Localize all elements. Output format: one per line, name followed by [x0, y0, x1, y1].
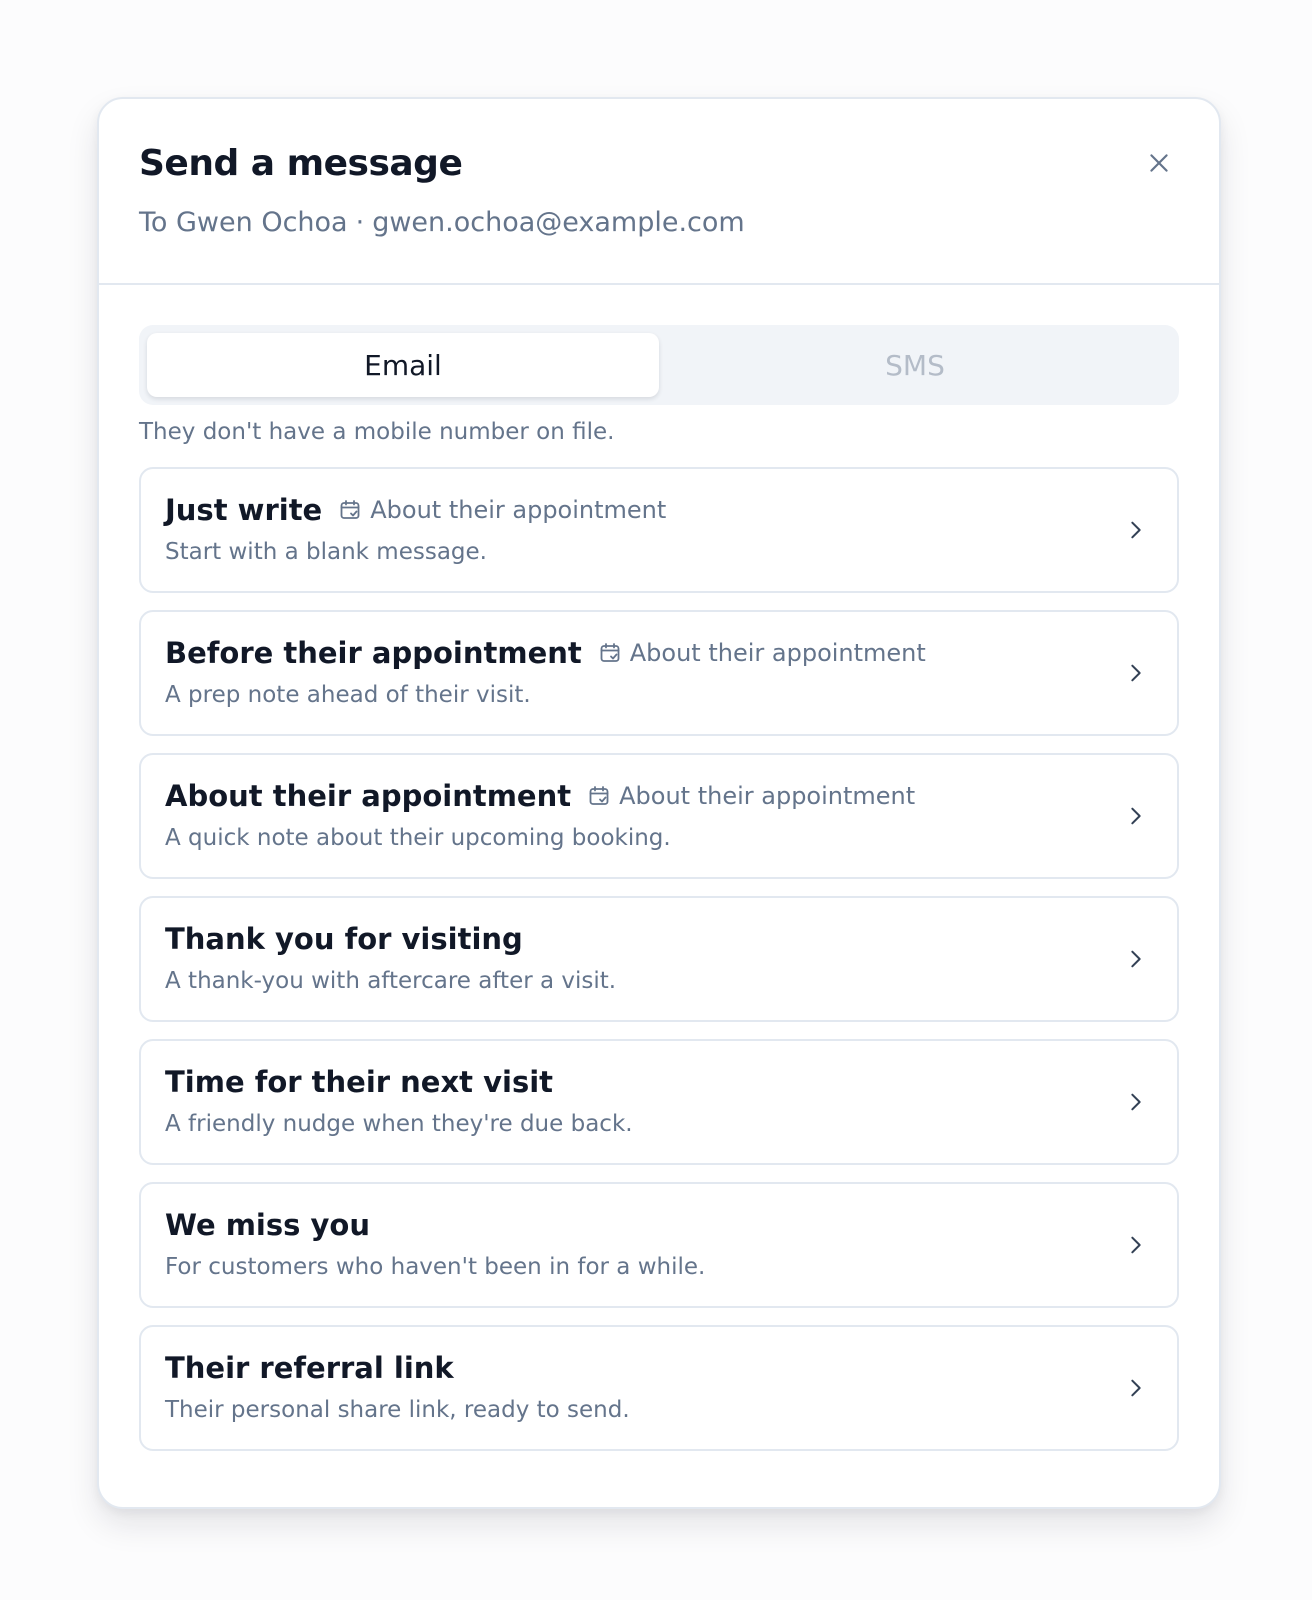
template-card-header: Their referral link	[165, 1351, 454, 1385]
chevron-right-icon	[1125, 519, 1147, 541]
template-description: A quick note about their upcoming bookin…	[165, 825, 671, 851]
template-card[interactable]: Time for their next visit A friendly nud…	[139, 1039, 1179, 1165]
template-description: Start with a blank message.	[165, 539, 487, 565]
template-description: A prep note ahead of their visit.	[165, 682, 531, 708]
calendar-icon	[338, 498, 362, 522]
chevron-right-icon	[1125, 1091, 1147, 1113]
recipient-separator: ·	[355, 207, 365, 238]
template-tag-label: About their appointment	[629, 639, 926, 667]
template-card-header: About their appointment About their appo…	[165, 779, 915, 813]
template-card[interactable]: Just write About their appointment Start…	[139, 467, 1179, 593]
recipient-line: To Gwen Ochoa · gwen.ochoa@example.com	[139, 207, 745, 238]
tab-email[interactable]: Email	[147, 333, 659, 397]
template-title: Just write	[165, 493, 323, 527]
template-card[interactable]: Before their appointment About their app…	[139, 610, 1179, 736]
close-icon	[1150, 154, 1168, 172]
template-card-header: Just write About their appointment	[165, 493, 666, 527]
template-card-header: Before their appointment About their app…	[165, 636, 926, 670]
send-message-dialog: Send a message To Gwen Ochoa · gwen.ochoa@…	[97, 97, 1221, 1509]
close-button[interactable]	[1139, 143, 1179, 183]
template-card[interactable]: Their referral link Their personal share…	[139, 1325, 1179, 1451]
template-tag: About their appointment	[598, 639, 926, 667]
template-description: A friendly nudge when they're due back.	[165, 1111, 633, 1137]
template-title: Time for their next visit	[165, 1065, 554, 1099]
template-title: We miss you	[165, 1208, 370, 1242]
template-card[interactable]: Thank you for visiting A thank-you with …	[139, 896, 1179, 1022]
template-title: Before their appointment	[165, 636, 582, 670]
template-tag-label: About their appointment	[619, 782, 916, 810]
chevron-right-icon	[1125, 662, 1147, 684]
dialog-body: Email SMS They don't have a mobile numbe…	[139, 325, 1179, 1451]
template-tag-label: About their appointment	[370, 496, 667, 524]
template-card[interactable]: We miss you For customers who haven't be…	[139, 1182, 1179, 1308]
template-card-header: Thank you for visiting	[165, 922, 523, 956]
calendar-icon	[587, 784, 611, 808]
template-title: About their appointment	[165, 779, 572, 813]
chevron-right-icon	[1125, 1377, 1147, 1399]
template-card-header: Time for their next visit	[165, 1065, 553, 1099]
calendar-icon	[598, 641, 622, 665]
template-card[interactable]: About their appointment About their appo…	[139, 753, 1179, 879]
template-description: A thank-you with aftercare after a visit…	[165, 968, 617, 994]
template-tag: About their appointment	[338, 496, 666, 524]
recipient-email: gwen.ochoa@example.com	[372, 207, 745, 238]
template-card-header: We miss you	[165, 1208, 370, 1242]
template-tag: About their appointment	[587, 782, 915, 810]
dialog-title: Send a message	[139, 143, 463, 184]
sms-unavailable-notice: They don't have a mobile number on file.	[139, 419, 615, 445]
template-description: For customers who haven't been in for a …	[165, 1254, 706, 1280]
template-list: Just write About their appointment Start…	[139, 467, 1179, 1451]
channel-toggle: Email SMS	[139, 325, 1179, 405]
chevron-right-icon	[1125, 948, 1147, 970]
template-title: Their referral link	[165, 1351, 454, 1385]
chevron-right-icon	[1125, 805, 1147, 827]
tab-sms[interactable]: SMS	[659, 333, 1171, 397]
template-title: Thank you for visiting	[165, 922, 523, 956]
dialog-header: Send a message To Gwen Ochoa · gwen.ochoa@…	[99, 99, 1219, 285]
template-description: Their personal share link, ready to send…	[165, 1397, 630, 1423]
recipient-name: To Gwen Ochoa	[139, 207, 348, 238]
chevron-right-icon	[1125, 1234, 1147, 1256]
